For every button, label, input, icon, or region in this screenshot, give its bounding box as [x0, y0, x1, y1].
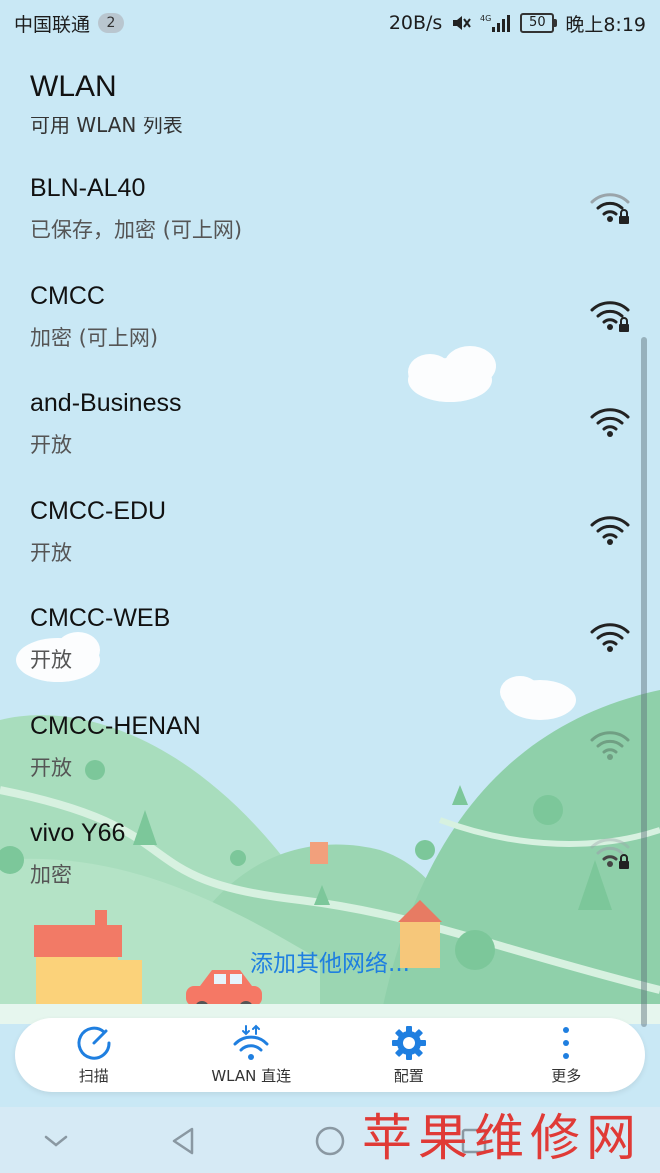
network-item[interactable]: CMCC-EDU 开放	[0, 483, 660, 591]
network-item[interactable]: vivo Y66 加密	[0, 805, 660, 913]
mute-icon	[453, 16, 472, 30]
more-vertical-icon	[563, 1027, 570, 1059]
wlan-direct-button[interactable]: WLAN 直连	[173, 1018, 331, 1092]
scan-label: 扫描	[78, 1067, 109, 1085]
scan-button[interactable]: 扫描	[15, 1018, 173, 1092]
network-item[interactable]: CMCC 加密 (可上网)	[0, 268, 660, 376]
wifi-lock-icon	[590, 193, 630, 224]
gear-icon	[391, 1026, 426, 1060]
network-name: and-Business	[30, 389, 182, 417]
status-left: 中国联通 2	[14, 10, 125, 37]
more-button[interactable]: 更多	[488, 1018, 646, 1092]
back-icon[interactable]	[166, 1123, 202, 1159]
network-item[interactable]: CMCC-WEB 开放	[0, 590, 660, 698]
network-status: 开放	[30, 433, 72, 457]
scan-icon	[77, 1026, 111, 1060]
watermark: 苹果维修网	[362, 1109, 642, 1167]
config-label: 配置	[393, 1067, 424, 1085]
network-item[interactable]: BLN-AL40 已保存，加密 (可上网)	[0, 160, 660, 268]
network-item[interactable]: CMCC-HENAN 开放	[0, 698, 660, 806]
list-header-label: 可用 WLAN 列表	[30, 117, 183, 137]
network-item[interactable]: and-Business 开放	[0, 375, 660, 483]
wifi-lock-icon	[590, 300, 630, 332]
network-status: 已保存，加密 (可上网)	[30, 218, 243, 242]
status-right: 20B/s 4G 50 晚上8:19	[389, 10, 646, 37]
sim-badge: 2	[98, 13, 125, 33]
wifi-icon	[590, 515, 630, 545]
network-status: 加密	[30, 863, 72, 887]
add-network-link[interactable]: 添加其他网络...	[0, 944, 660, 978]
carrier-name: 中国联通	[14, 13, 91, 36]
bottom-toolbar: 扫描 WLAN 直连 配置 更多	[15, 1018, 645, 1092]
network-status: 开放	[30, 648, 72, 672]
chevron-down-icon[interactable]	[38, 1123, 74, 1159]
page-title: WLAN	[30, 70, 117, 103]
list-header: 可用 WLAN 列表	[30, 117, 330, 139]
svg-text:4G: 4G	[480, 14, 491, 23]
more-label: 更多	[551, 1067, 582, 1085]
wifi-icon	[590, 623, 630, 652]
signal-icon: 4G	[480, 14, 511, 32]
network-name: CMCC-EDU	[30, 496, 167, 525]
wlan-direct-label: WLAN 直连	[211, 1067, 292, 1085]
network-status: 开放	[30, 540, 72, 565]
status-bar: 中国联通 2 20B/s 4G 50 晚上8:19	[0, 0, 660, 46]
network-status: 加密 (可上网)	[30, 325, 159, 350]
battery-icon: 50	[520, 13, 558, 33]
network-name: CMCC-WEB	[30, 604, 171, 632]
network-list: BLN-AL40 已保存，加密 (可上网) CMCC 加密 (可上网) and-…	[0, 160, 660, 913]
network-name: vivo Y66	[30, 819, 126, 847]
network-name: CMCC	[30, 281, 105, 310]
home-icon[interactable]	[312, 1123, 348, 1159]
wifi-icon	[590, 730, 630, 760]
wifi-icon	[590, 408, 630, 437]
config-button[interactable]: 配置	[330, 1018, 488, 1092]
battery-level: 50	[520, 13, 555, 33]
wlan-direct-icon	[233, 1024, 269, 1060]
network-status: 开放	[30, 755, 72, 780]
network-name: CMCC-HENAN	[30, 711, 201, 740]
network-name: BLN-AL40	[30, 174, 146, 202]
wifi-lock-icon	[590, 838, 630, 869]
battery-tip	[554, 19, 558, 27]
net-speed: 20B/s	[388, 12, 443, 34]
clock: 晚上8:19	[565, 13, 646, 36]
scrollbar[interactable]	[641, 337, 647, 1027]
